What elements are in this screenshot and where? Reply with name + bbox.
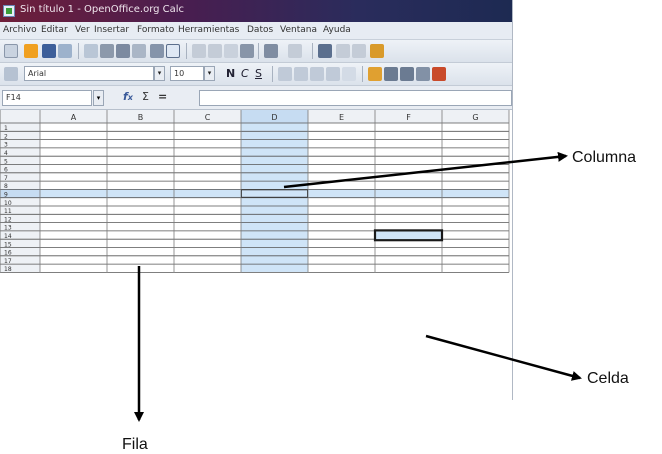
- edit-file-icon[interactable]: [84, 44, 98, 58]
- column-annotation: Columna: [572, 149, 637, 166]
- spellcheck-icon[interactable]: [150, 44, 164, 58]
- print-icon[interactable]: [116, 44, 130, 58]
- function-wizard-icon[interactable]: fx: [123, 90, 133, 103]
- font-size-dropdown[interactable]: ▾: [204, 66, 215, 81]
- toolbar-separator: [258, 43, 259, 59]
- cell-grid[interactable]: A B C D E F G123456789101112131415161718: [0, 110, 512, 400]
- title-bar: Sin título 1 - OpenOffice.org Calc: [0, 0, 512, 22]
- font-name-dropdown[interactable]: ▾: [154, 66, 165, 81]
- toolbar-separator: [78, 43, 79, 59]
- align-left-icon[interactable]: [278, 67, 292, 81]
- copy-icon[interactable]: [208, 44, 222, 58]
- column-header-E[interactable]: E: [339, 113, 344, 122]
- menu-ventana[interactable]: Ventana: [280, 25, 317, 35]
- menu-bar: Archivo Editar Ver Insertar Formato Herr…: [0, 22, 512, 40]
- selected-cell[interactable]: [373, 229, 444, 242]
- clone-format-icon[interactable]: [240, 44, 254, 58]
- window-title: Sin título 1 - OpenOffice.org Calc: [20, 4, 185, 15]
- sheet-area[interactable]: A B C D E F G 1 2 3 4 5 6 7 8 9 10 11 12 13 14 15 16 17 18: [0, 110, 512, 400]
- toolbar-separator: [312, 43, 313, 59]
- function-icon[interactable]: =: [158, 90, 167, 103]
- column-header-D[interactable]: D: [271, 113, 277, 122]
- menu-herramientas[interactable]: Herramientas: [178, 25, 239, 35]
- chart-icon[interactable]: [370, 44, 384, 58]
- underline-button[interactable]: S: [255, 67, 262, 80]
- menu-ayuda[interactable]: Ayuda: [323, 25, 351, 35]
- highlighted-row: [40, 189, 509, 198]
- toolbar-separator: [362, 66, 363, 82]
- percent-format-icon[interactable]: [384, 67, 398, 81]
- hyperlink-icon[interactable]: [318, 44, 332, 58]
- italic-button[interactable]: C: [241, 67, 249, 80]
- font-color-icon[interactable]: [432, 67, 446, 81]
- autospell-icon[interactable]: [166, 44, 180, 58]
- standard-toolbar: [0, 40, 512, 63]
- currency-format-icon[interactable]: [368, 67, 382, 81]
- open-folder-icon[interactable]: [24, 44, 38, 58]
- column-header-A[interactable]: A: [71, 113, 77, 122]
- print-preview-icon[interactable]: [132, 44, 146, 58]
- menu-formato[interactable]: Formato: [137, 25, 174, 35]
- formatting-toolbar: Arial ▾ 10 ▾ N C S: [0, 63, 512, 86]
- paste-icon[interactable]: [224, 44, 238, 58]
- formula-input[interactable]: [199, 90, 512, 106]
- align-center-icon[interactable]: [294, 67, 308, 81]
- menu-insertar[interactable]: Insertar: [94, 25, 129, 35]
- menu-archivo[interactable]: Archivo: [3, 25, 37, 35]
- sort-ascending-icon[interactable]: [336, 44, 350, 58]
- redo-icon[interactable]: [288, 44, 302, 58]
- name-box-dropdown[interactable]: ▾: [93, 90, 104, 106]
- column-header-F[interactable]: F: [406, 113, 411, 122]
- cell-annotation: Celda: [587, 370, 629, 387]
- font-size-field[interactable]: 10: [170, 66, 204, 81]
- toolbar-separator: [186, 43, 187, 59]
- sum-icon[interactable]: Σ: [142, 90, 149, 103]
- save-icon[interactable]: [42, 44, 56, 58]
- spreadsheet-window: Sin título 1 - OpenOffice.org Calc Archi…: [0, 0, 513, 400]
- new-document-icon[interactable]: [4, 44, 18, 58]
- export-pdf-icon[interactable]: [100, 44, 114, 58]
- row-annotation: Fila: [122, 436, 148, 453]
- styles-icon[interactable]: [4, 67, 18, 81]
- name-box[interactable]: F14: [2, 90, 92, 106]
- toolbar-separator: [272, 66, 273, 82]
- font-name-field[interactable]: Arial: [24, 66, 154, 81]
- menu-ver[interactable]: Ver: [75, 25, 90, 35]
- align-right-icon[interactable]: [310, 67, 324, 81]
- justify-icon[interactable]: [326, 67, 340, 81]
- column-header-B[interactable]: B: [138, 113, 144, 122]
- number-format-icon[interactable]: [400, 67, 414, 81]
- bold-button[interactable]: N: [226, 67, 235, 80]
- formula-bar: F14 ▾ fx Σ =: [0, 86, 512, 110]
- merge-cells-icon[interactable]: [342, 67, 356, 81]
- sort-descending-icon[interactable]: [352, 44, 366, 58]
- undo-icon[interactable]: [264, 44, 278, 58]
- menu-datos[interactable]: Datos: [247, 25, 273, 35]
- menu-editar[interactable]: Editar: [41, 25, 68, 35]
- add-decimal-icon[interactable]: [416, 67, 430, 81]
- email-icon[interactable]: [58, 44, 72, 58]
- cut-icon[interactable]: [192, 44, 206, 58]
- column-header-G[interactable]: G: [472, 113, 478, 122]
- column-header-C[interactable]: C: [205, 113, 211, 122]
- calc-app-icon: [3, 5, 15, 17]
